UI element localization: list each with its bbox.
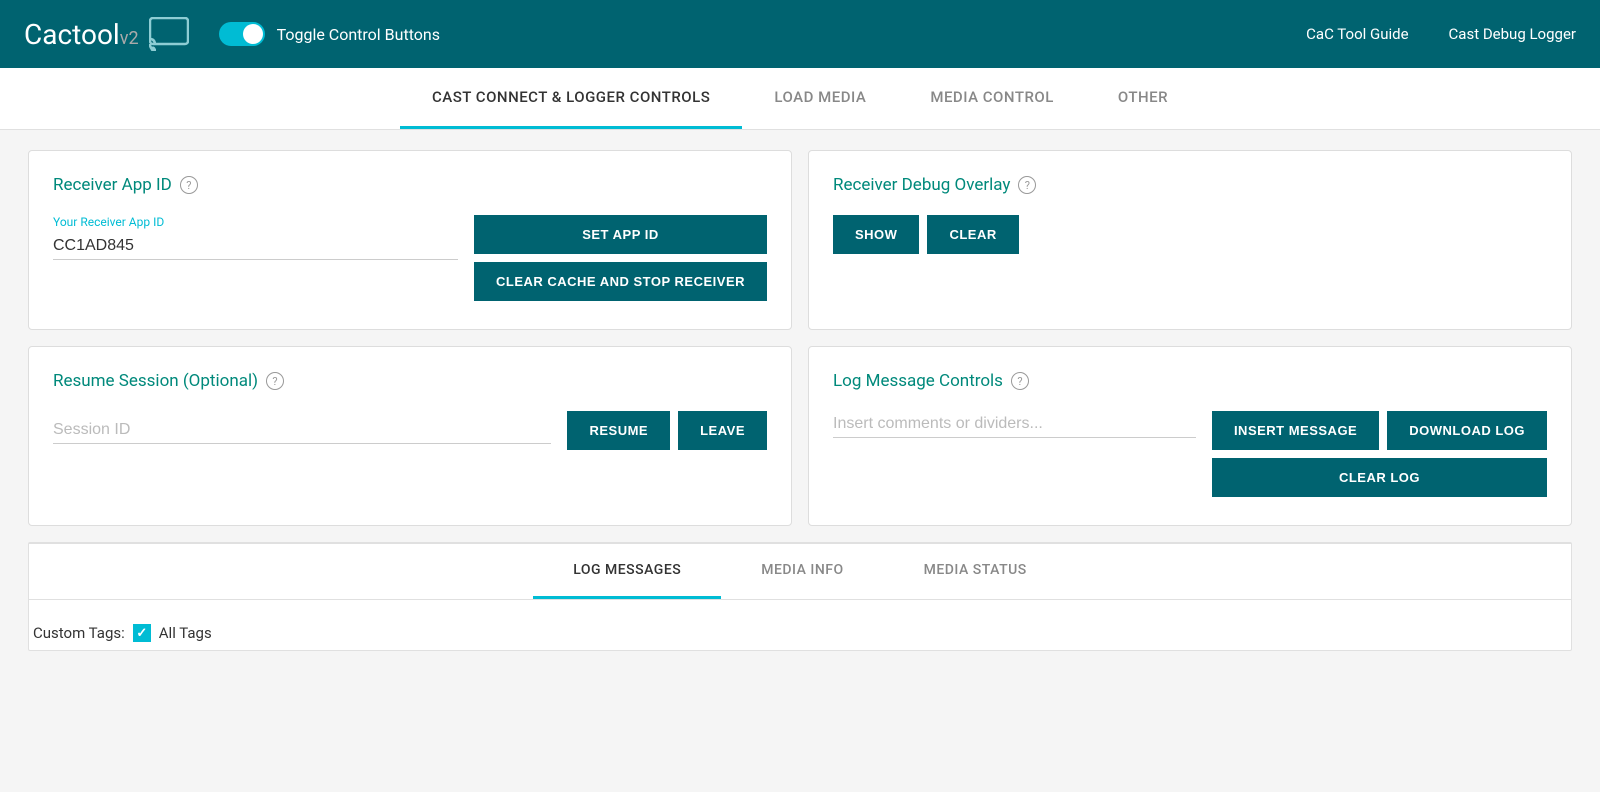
set-app-id-button[interactable]: SET APP ID: [474, 215, 767, 254]
logo-version: v2: [120, 28, 139, 49]
receiver-debug-title-text: Receiver Debug Overlay: [833, 175, 1010, 195]
log-message-title-text: Log Message Controls: [833, 371, 1003, 391]
receiver-app-id-input-area: Your Receiver App ID: [53, 215, 458, 260]
tab-media-status[interactable]: MEDIA STATUS: [884, 544, 1067, 599]
receiver-app-id-content: Your Receiver App ID SET APP ID CLEAR CA…: [53, 215, 767, 301]
log-message-buttons: INSERT MESSAGE DOWNLOAD LOG CLEAR LOG: [1212, 411, 1547, 497]
main-tabs: CAST CONNECT & LOGGER CONTROLS LOAD MEDI…: [0, 68, 1600, 130]
toggle-area: Toggle Control Buttons: [219, 22, 440, 46]
receiver-app-id-input-label: Your Receiver App ID: [53, 215, 458, 229]
all-tags-checkbox[interactable]: [133, 624, 151, 642]
resume-session-buttons: RESUME LEAVE: [567, 411, 767, 450]
receiver-debug-panel: Receiver Debug Overlay ? SHOW CLEAR: [808, 150, 1572, 330]
receiver-app-id-buttons: SET APP ID CLEAR CACHE AND STOP RECEIVER: [474, 215, 767, 301]
tab-log-messages[interactable]: LOG MESSAGES: [533, 544, 721, 599]
main-content: Receiver App ID ? Your Receiver App ID S…: [0, 130, 1600, 671]
receiver-debug-buttons: SHOW CLEAR: [833, 215, 1547, 254]
tab-media-control[interactable]: MEDIA CONTROL: [898, 68, 1086, 129]
toggle-label: Toggle Control Buttons: [277, 25, 440, 44]
resume-session-content: RESUME LEAVE: [53, 411, 767, 450]
log-message-help-icon[interactable]: ?: [1011, 372, 1029, 390]
receiver-debug-title: Receiver Debug Overlay ?: [833, 175, 1547, 195]
tab-other[interactable]: OTHER: [1086, 68, 1200, 129]
receiver-app-id-panel: Receiver App ID ? Your Receiver App ID S…: [28, 150, 792, 330]
logo-name: Cactool: [24, 18, 120, 51]
app-header: Cactoolv2 Toggle Control Buttons CaC Too…: [0, 0, 1600, 68]
resume-session-title: Resume Session (Optional) ?: [53, 371, 767, 391]
insert-message-button[interactable]: INSERT MESSAGE: [1212, 411, 1379, 450]
bottom-tabs: LOG MESSAGES MEDIA INFO MEDIA STATUS: [29, 543, 1571, 600]
logo-area: Cactoolv2: [24, 17, 189, 51]
log-message-input-area: [833, 411, 1196, 438]
receiver-app-id-help-icon[interactable]: ?: [180, 176, 198, 194]
tab-media-info[interactable]: MEDIA INFO: [721, 544, 883, 599]
log-message-panel: Log Message Controls ? INSERT MESSAGE DO…: [808, 346, 1572, 526]
resume-session-input-area: [53, 417, 551, 444]
log-message-input[interactable]: [833, 411, 1196, 438]
resume-button[interactable]: RESUME: [567, 411, 670, 450]
session-id-input[interactable]: [53, 417, 551, 444]
toggle-switch[interactable]: [219, 22, 265, 46]
header-nav: CaC Tool Guide Cast Debug Logger: [1306, 25, 1576, 43]
clear-cache-stop-button[interactable]: CLEAR CACHE AND STOP RECEIVER: [474, 262, 767, 301]
controls-grid: Receiver App ID ? Your Receiver App ID S…: [28, 150, 1572, 526]
clear-log-button[interactable]: CLEAR LOG: [1212, 458, 1547, 497]
custom-tags-row: Custom Tags: All Tags: [29, 616, 1571, 650]
bottom-section: LOG MESSAGES MEDIA INFO MEDIA STATUS Cus…: [28, 542, 1572, 651]
show-debug-button[interactable]: SHOW: [833, 215, 919, 254]
receiver-app-id-title-text: Receiver App ID: [53, 175, 172, 195]
download-log-button[interactable]: DOWNLOAD LOG: [1387, 411, 1547, 450]
all-tags-label: All Tags: [159, 624, 212, 642]
receiver-app-id-input[interactable]: [53, 233, 458, 260]
receiver-debug-help-icon[interactable]: ?: [1018, 176, 1036, 194]
cac-tool-guide-link[interactable]: CaC Tool Guide: [1306, 25, 1408, 43]
leave-button[interactable]: LEAVE: [678, 411, 767, 450]
receiver-app-id-title: Receiver App ID ?: [53, 175, 767, 195]
resume-session-title-text: Resume Session (Optional): [53, 371, 258, 391]
resume-session-help-icon[interactable]: ?: [266, 372, 284, 390]
logo-text: Cactoolv2: [24, 18, 139, 51]
resume-session-panel: Resume Session (Optional) ? RESUME LEAVE: [28, 346, 792, 526]
tab-load-media[interactable]: LOAD MEDIA: [742, 68, 898, 129]
custom-tags-label: Custom Tags:: [33, 624, 125, 642]
tab-cast-connect[interactable]: CAST CONNECT & LOGGER CONTROLS: [400, 68, 742, 129]
cast-debug-logger-link[interactable]: Cast Debug Logger: [1449, 25, 1576, 43]
cast-icon: [149, 17, 189, 51]
log-message-content: INSERT MESSAGE DOWNLOAD LOG CLEAR LOG: [833, 411, 1547, 497]
log-top-buttons: INSERT MESSAGE DOWNLOAD LOG: [1212, 411, 1547, 450]
clear-debug-button[interactable]: CLEAR: [927, 215, 1018, 254]
log-message-title: Log Message Controls ?: [833, 371, 1547, 391]
